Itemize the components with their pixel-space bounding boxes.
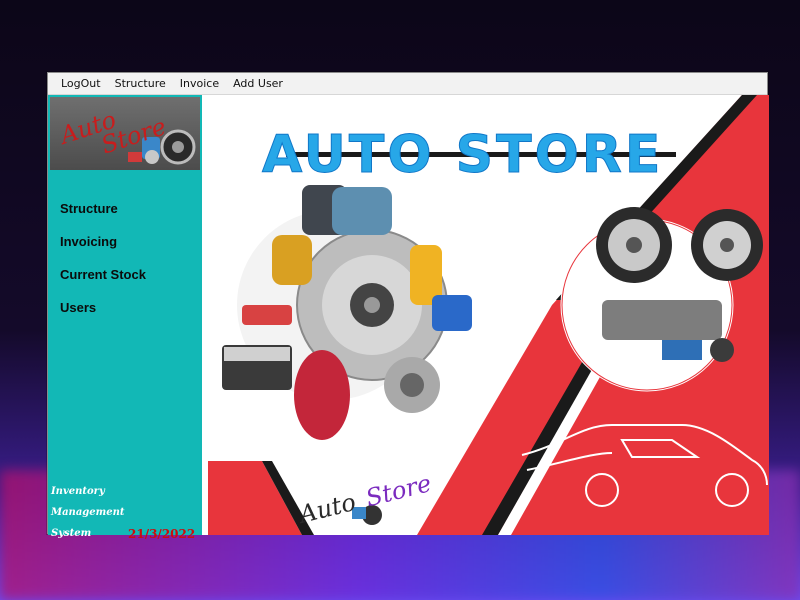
- sidebar-item-invoicing[interactable]: Invoicing: [60, 234, 146, 249]
- menu-bar: LogOut Structure Invoice Add User: [48, 73, 767, 95]
- menu-add-user[interactable]: Add User: [226, 77, 290, 90]
- footer-date: 21/3/2022: [128, 527, 196, 541]
- sidebar: Auto Store Structure Invoicing Current S…: [48, 95, 202, 541]
- menu-invoice[interactable]: Invoice: [173, 77, 226, 90]
- caption-line-2: Management: [51, 507, 125, 518]
- sidebar-nav: Structure Invoicing Current Stock Users: [60, 201, 146, 333]
- sidebar-item-current-stock[interactable]: Current Stock: [60, 267, 146, 282]
- menu-structure[interactable]: Structure: [108, 77, 173, 90]
- banner-title: AUTO STORE: [261, 125, 664, 186]
- menu-logout[interactable]: LogOut: [54, 77, 108, 90]
- brake-disc-icon: [222, 185, 472, 440]
- sidebar-logo: Auto Store: [50, 97, 200, 170]
- main-banner: AUTO STORE Auto Store: [202, 95, 769, 535]
- app-window: LogOut Structure Invoice Add User Auto S…: [47, 72, 769, 541]
- sidebar-item-users[interactable]: Users: [60, 300, 146, 315]
- sidebar-item-structure[interactable]: Structure: [60, 201, 146, 216]
- caption-line-3: System: [51, 528, 92, 539]
- system-caption: Inventory Management System: [51, 481, 125, 544]
- caption-line-1: Inventory: [51, 486, 105, 497]
